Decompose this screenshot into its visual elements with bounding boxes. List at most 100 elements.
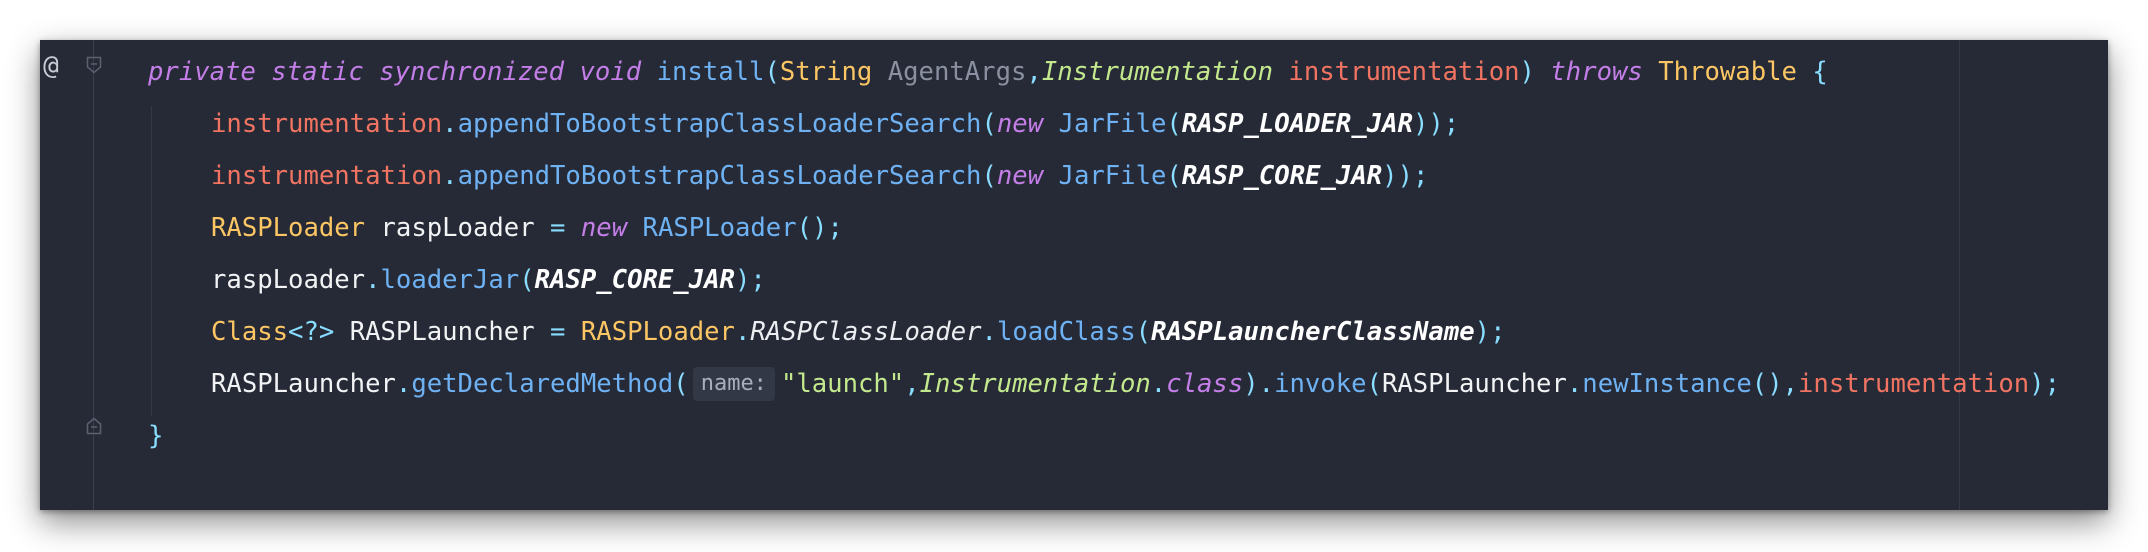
- code-token: RASP_CORE_JAR: [534, 265, 735, 295]
- code-token: Class: [211, 317, 289, 347]
- code-line[interactable]: Class<?> RASPLauncher = RASPLoader.RASPC…: [148, 306, 2060, 358]
- code-token: instrumentation: [1798, 369, 2030, 399]
- code-area[interactable]: private static synchronized void install…: [148, 46, 2060, 462]
- code-token: JarFile: [1058, 161, 1167, 191]
- fold-open-icon[interactable]: [86, 56, 102, 74]
- code-token: (: [981, 109, 997, 139]
- code-token: synchronized: [379, 57, 565, 87]
- code-token: ));: [1412, 109, 1460, 139]
- code-token: instrumentation: [211, 109, 443, 139]
- code-line[interactable]: RASPLoader raspLoader = new RASPLoader()…: [148, 202, 2060, 254]
- code-token: (: [764, 57, 780, 87]
- code-line[interactable]: instrumentation.appendToBootstrapClassLo…: [148, 98, 2060, 150]
- code-line[interactable]: RASPLauncher.getDeclaredMethod(name: "lau…: [148, 358, 2060, 410]
- code-line[interactable]: instrumentation.appendToBootstrapClassLo…: [148, 150, 2060, 202]
- code-token: new: [996, 109, 1044, 139]
- code-token: new: [580, 213, 628, 243]
- code-token: raspLoader: [211, 265, 366, 295]
- code-token: invoke: [1274, 369, 1367, 399]
- code-editor[interactable]: @ private static synchronized void insta…: [40, 40, 2108, 510]
- code-token: .: [1150, 369, 1167, 399]
- code-token: }: [148, 421, 164, 451]
- code-token: .: [734, 317, 751, 347]
- code-token: (: [1166, 109, 1182, 139]
- code-token: class: [1166, 369, 1244, 399]
- code-token: raspLoader: [380, 213, 535, 243]
- code-token: RASPLoader: [580, 317, 735, 347]
- code-token: appendToBootstrapClassLoaderSearch: [457, 109, 982, 139]
- code-token: (: [673, 369, 689, 399]
- code-token: );: [2029, 369, 2060, 399]
- code-token: .: [442, 161, 458, 191]
- code-token: JarFile: [1058, 109, 1167, 139]
- code-token: (: [1166, 161, 1182, 191]
- code-token: (: [1366, 369, 1382, 399]
- code-token: =: [550, 317, 566, 347]
- code-token: .: [1566, 369, 1583, 399]
- code-token: );: [1474, 317, 1506, 347]
- code-line[interactable]: raspLoader.loaderJar(RASP_CORE_JAR);: [148, 254, 2060, 306]
- code-token: RASP_CORE_JAR: [1181, 161, 1383, 191]
- code-token: loaderJar: [380, 265, 520, 295]
- code-token: throws: [1550, 57, 1643, 87]
- code-token: RASPLauncher: [211, 369, 396, 399]
- code-token: =: [550, 213, 566, 243]
- code-token: .: [442, 109, 458, 139]
- code-token: RASPLauncherClassName: [1151, 317, 1475, 347]
- code-line[interactable]: private static synchronized void install…: [148, 46, 2060, 98]
- code-token: getDeclaredMethod: [411, 369, 674, 399]
- code-token: loadClass: [996, 317, 1136, 347]
- code-token: RASPLauncher: [1381, 369, 1567, 399]
- code-token: ).: [1243, 369, 1275, 399]
- code-token: .: [395, 369, 412, 399]
- gutter-divider: [93, 40, 94, 510]
- code-token: .: [981, 317, 997, 347]
- override-annotation-marker[interactable]: @: [40, 48, 62, 84]
- code-token: );: [734, 265, 766, 295]
- code-token: ));: [1382, 161, 1429, 191]
- code-token: void: [579, 57, 642, 87]
- code-token: Instrumentation: [919, 369, 1151, 399]
- code-token: RASPLoader: [642, 213, 797, 243]
- code-token: ,: [1026, 57, 1042, 87]
- code-token: RASP_LOADER_JAR: [1181, 109, 1413, 139]
- code-token: String: [779, 57, 873, 87]
- fold-close-icon[interactable]: [86, 417, 102, 435]
- code-token: instrumentation: [211, 161, 443, 191]
- code-token: <?>: [288, 317, 335, 347]
- code-token: ): [1519, 57, 1535, 87]
- code-token: private: [148, 57, 256, 87]
- code-token: (: [519, 265, 535, 295]
- code-token: (: [1135, 317, 1152, 347]
- code-token: ();: [796, 213, 843, 243]
- code-token: new: [996, 161, 1044, 191]
- code-line[interactable]: }: [148, 410, 2060, 462]
- code-token: AgentArgs: [887, 57, 1027, 87]
- code-token: (: [981, 161, 997, 191]
- code-token: {: [1812, 57, 1828, 87]
- code-token: .: [365, 265, 381, 295]
- code-token: RASPLauncher: [349, 317, 535, 347]
- code-token: static: [271, 57, 364, 87]
- code-token: ,: [904, 369, 920, 399]
- code-token: RASPClassLoader: [750, 317, 982, 347]
- code-token: (),: [1751, 369, 1799, 399]
- code-token: appendToBootstrapClassLoaderSearch: [457, 161, 982, 191]
- code-token: RASPLoader: [211, 213, 366, 243]
